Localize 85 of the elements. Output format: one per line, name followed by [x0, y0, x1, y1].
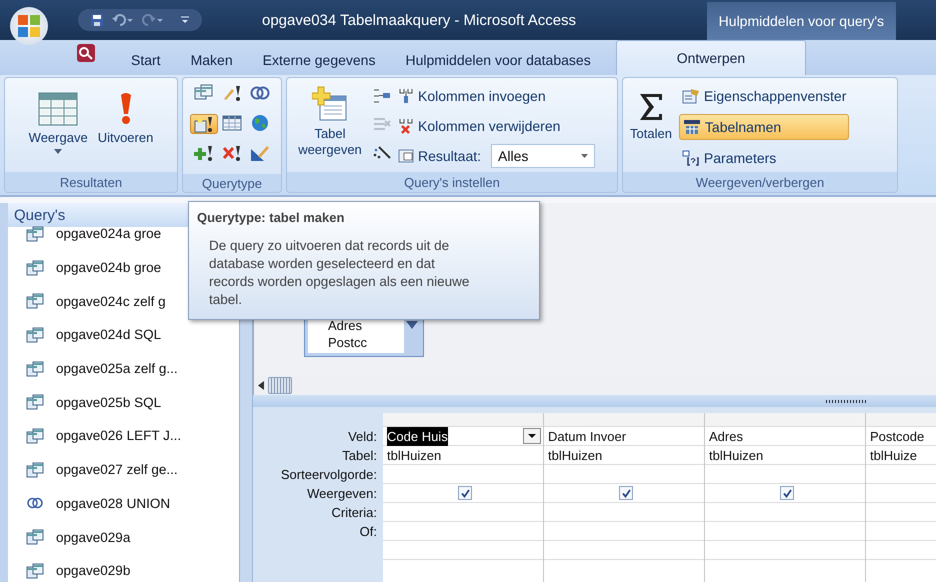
delete-columns-icon — [398, 118, 414, 134]
query-icon — [26, 428, 44, 444]
parameters-icon — [682, 150, 700, 166]
sigma-icon — [638, 92, 664, 122]
office-button[interactable] — [10, 7, 48, 45]
wand-icon[interactable] — [373, 144, 391, 160]
totals-button[interactable]: Totalen — [627, 84, 675, 143]
query-icon — [26, 360, 44, 377]
scroll-arrow-icon[interactable] — [406, 321, 418, 329]
table-names-button[interactable]: Tabelnamen — [678, 114, 850, 140]
query-list-item[interactable]: opgave025a zelf g... — [8, 352, 240, 386]
datasheet-icon — [38, 92, 78, 126]
contextual-tab-title: Hulpmiddelen voor query's — [706, 2, 896, 40]
delete-columns-button[interactable]: Kolommen verwijderen — [395, 114, 598, 138]
customize-icon[interactable] — [180, 15, 190, 25]
table-cell[interactable]: tblHuizen — [544, 446, 704, 465]
table-cell[interactable]: tblHuizen — [705, 446, 865, 465]
field-cell[interactable]: Datum Invoer — [548, 427, 704, 445]
ribbon-tab[interactable]: Externe gegevens — [248, 45, 390, 75]
show-table-button[interactable]: Tabel weergeven — [291, 84, 369, 160]
office-logo-icon — [16, 13, 42, 39]
query-icon — [26, 462, 44, 478]
query-icon — [26, 293, 44, 310]
ribbon-tab[interactable]: Ontwerpen — [616, 40, 806, 75]
table-names-icon — [682, 119, 701, 135]
view-button[interactable]: Weergave — [26, 90, 91, 156]
make-table-query-button[interactable] — [190, 114, 218, 134]
window-title: opgave034 Tabelmaakquery - Microsoft Access — [262, 12, 576, 28]
dropdown-arrow-icon — [581, 154, 588, 158]
field-cell[interactable]: Adres — [709, 427, 865, 445]
ribbon-tab[interactable]: Start — [116, 45, 176, 75]
splitter-handle[interactable] — [826, 400, 866, 402]
row-label: Weergeven: — [306, 485, 378, 503]
ribbon-tab[interactable]: Hulpmiddelen voor databases — [390, 45, 606, 75]
row-label: Veld: — [347, 428, 378, 446]
group-label: Resultaten — [5, 172, 177, 192]
table-plus-icon — [312, 86, 348, 122]
dropdown-button-icon[interactable] — [523, 428, 541, 444]
show-checkbox[interactable] — [780, 486, 794, 500]
undo-icon[interactable] — [112, 13, 134, 27]
parameters-button[interactable]: Parameters — [678, 146, 850, 170]
scrollbar-thumb[interactable] — [268, 376, 292, 394]
row-label: Sorteervolgorde: — [280, 466, 378, 484]
query-icon — [26, 394, 44, 410]
field-cell[interactable]: Postcode — [870, 427, 936, 445]
insert-rows-icon[interactable] — [373, 88, 391, 104]
query-icon — [26, 260, 44, 276]
field-list-item[interactable]: Adres — [328, 317, 404, 334]
property-sheet-icon — [682, 88, 700, 104]
row-label: Criteria: — [330, 504, 378, 522]
insert-columns-button[interactable]: Kolommen invoegen — [395, 84, 598, 108]
insert-columns-icon — [398, 88, 414, 104]
row-label: Of: — [358, 523, 378, 541]
query-list-item[interactable]: opgave028 UNION — [8, 486, 240, 520]
table-cell[interactable]: tblHuizen — [383, 446, 543, 465]
properties-button[interactable]: Eigenschappenvenster — [678, 84, 850, 108]
run-button[interactable]: Uitvoeren — [94, 90, 156, 147]
row-label: Tabel: — [341, 447, 378, 465]
table-cell[interactable]: tblHuize — [866, 446, 936, 465]
query-icon — [26, 226, 44, 242]
query-icon — [26, 326, 44, 343]
save-icon[interactable] — [90, 13, 104, 27]
field-list-item[interactable]: Postcc — [328, 334, 404, 351]
dropdown-arrow-icon — [54, 149, 62, 154]
show-checkbox[interactable] — [458, 486, 472, 500]
query-list-item[interactable]: opgave029b — [8, 554, 240, 582]
redo-icon[interactable] — [142, 13, 164, 27]
query-list-item[interactable]: opgave026 LEFT J... — [8, 419, 240, 453]
tooltip-text: De query zo uitvoeren dat records uit de database worden geselecteerd en dat records worden opgeslagen als een nieuwe tabel. — [208, 237, 470, 309]
field-cell[interactable]: Code Huis — [387, 427, 543, 445]
result-label: Resultaat: — [418, 148, 482, 164]
query-list-item[interactable]: opgave025b SQL — [8, 385, 240, 420]
ribbon-tab[interactable]: Maken — [176, 45, 248, 75]
scroll-left-icon[interactable] — [258, 380, 264, 390]
show-checkbox[interactable] — [619, 486, 633, 500]
query-list-item[interactable]: opgave024d SQL — [8, 318, 240, 352]
query-icon — [26, 562, 44, 579]
group-label: Query's instellen — [287, 172, 617, 192]
group-label: Querytype — [183, 174, 281, 192]
group-label: Weergeven/verbergen — [623, 172, 897, 192]
query-list-item[interactable]: opgave029a — [8, 520, 240, 554]
query-list-item[interactable]: opgave027 zelf ge... — [8, 452, 240, 486]
return-values-icon — [398, 148, 414, 164]
query-icon — [26, 529, 44, 546]
result-dropdown[interactable]: Alles — [491, 144, 596, 168]
